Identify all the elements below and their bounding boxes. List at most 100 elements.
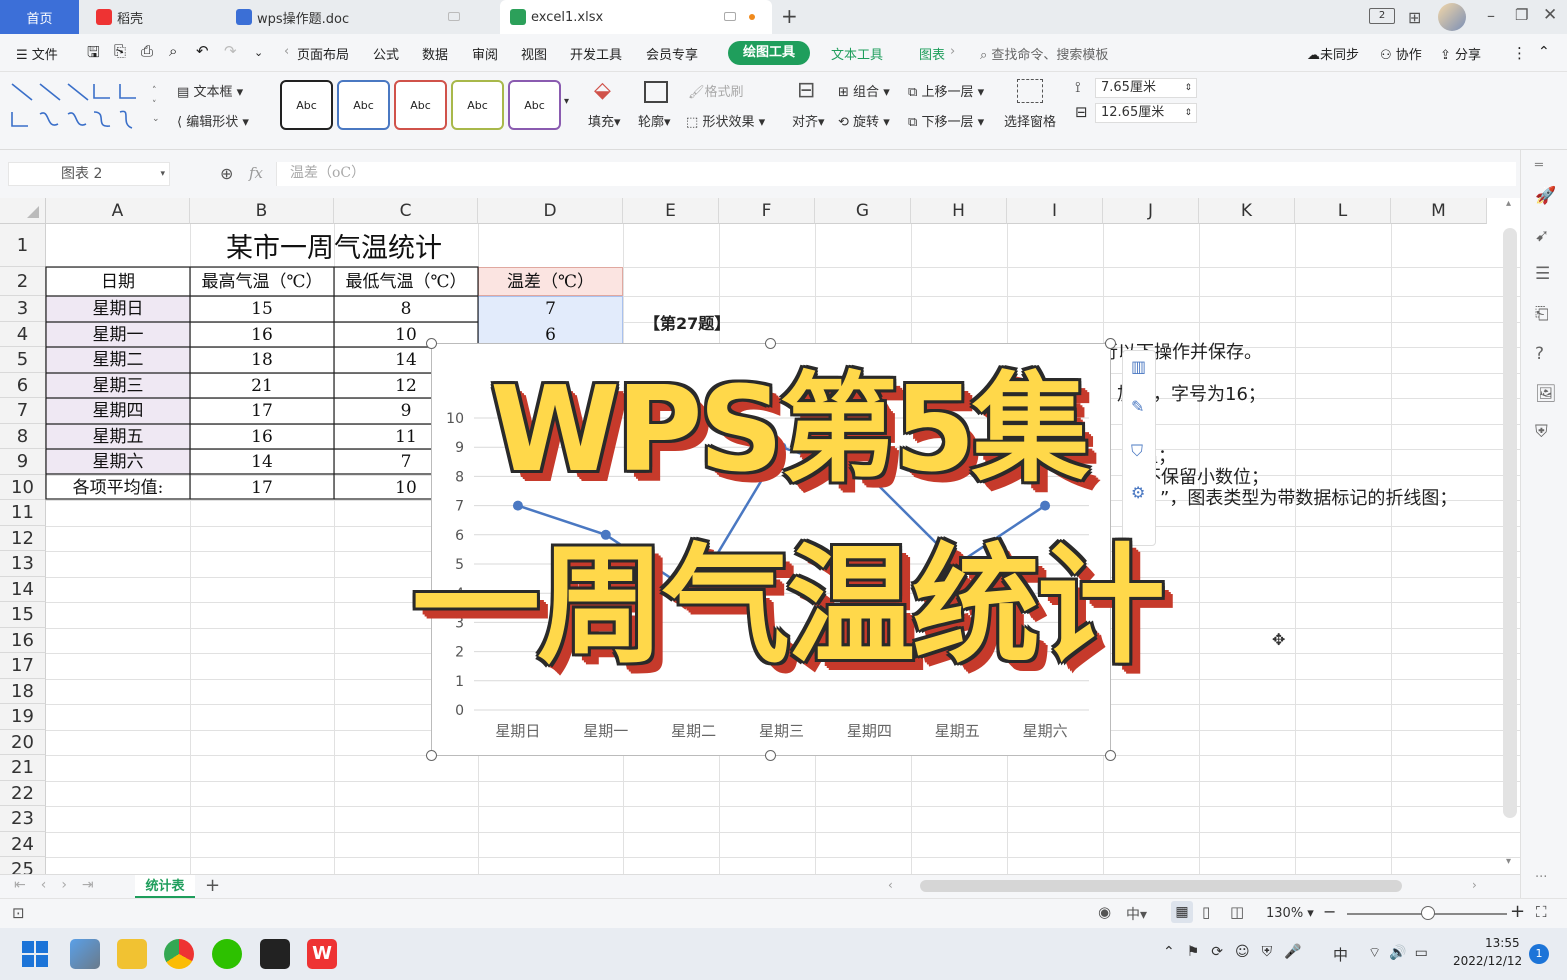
scroll-down-icon[interactable]: ▾ <box>1506 856 1511 867</box>
tab-monitor-icon[interactable] <box>448 12 460 21</box>
shield-icon[interactable]: ⛨ <box>1535 422 1548 442</box>
bring-forward-button[interactable]: ⧉ 上移一层 ▾ <box>908 81 984 100</box>
task-line-5[interactable]: ”，图表类型为带数据标记的折线图； <box>1160 484 1457 510</box>
chart-elements-icon[interactable]: ▥ <box>1131 357 1146 376</box>
clock-time[interactable]: 13:55 <box>1485 936 1520 950</box>
header-cell[interactable]: 最低气温（℃） <box>334 268 478 296</box>
format-brush-button[interactable]: 🖌格式刷 <box>688 81 744 100</box>
chart-settings-gear-icon[interactable]: ⚙ <box>1131 483 1145 502</box>
macro-record-icon[interactable]: ⊡ <box>12 904 25 922</box>
menu-review[interactable]: 审阅 <box>472 44 498 63</box>
horizontal-scrollbar[interactable] <box>920 880 1402 892</box>
scroll-up-icon[interactable]: ▴ <box>1506 198 1511 209</box>
panel-more-icon[interactable]: ··· <box>1535 870 1547 885</box>
notification-badge[interactable]: 1 <box>1529 944 1549 964</box>
close-icon[interactable]: ✕ <box>1543 5 1557 25</box>
menu-member[interactable]: 会员专享 <box>646 44 698 63</box>
network-volume-battery-icons[interactable]: ⌔🔊▭ <box>1368 944 1436 962</box>
more-icon[interactable]: ⋮ <box>1512 44 1527 62</box>
system-tray-icons[interactable]: ⌃⚑⟳☺⛨🎤 <box>1163 944 1314 960</box>
rotate-button[interactable]: ⟲ 旋转 ▾ <box>838 111 890 130</box>
new-tab-button[interactable]: + <box>781 4 798 28</box>
chart-filter-icon[interactable]: ⛉ <box>1131 441 1143 461</box>
resize-handle-ne[interactable] <box>1105 338 1116 349</box>
properties-icon[interactable]: ☰ <box>1535 264 1550 284</box>
data-cell[interactable]: 14 <box>190 450 334 475</box>
print-preview-icon[interactable]: ⌕ <box>169 42 177 60</box>
data-cell[interactable]: 星期六 <box>46 450 190 475</box>
file-menu[interactable]: ☰ 文件 <box>16 44 58 63</box>
data-cell[interactable]: 15 <box>190 297 334 322</box>
tab-text-tools[interactable]: 文本工具 <box>831 44 883 63</box>
height-spinner-icon[interactable]: ⇕ <box>1184 79 1192 97</box>
eye-protect-icon[interactable]: ◉ <box>1098 903 1111 921</box>
scroll-right-icon[interactable]: › <box>950 44 955 59</box>
tab-monitor-icon[interactable] <box>724 12 736 21</box>
image-icon[interactable]: 🖼 <box>1535 384 1557 404</box>
wps-icon[interactable]: W <box>307 939 337 969</box>
select-pane-button[interactable]: 选择窗格 <box>1004 111 1056 130</box>
input-method-icon[interactable]: 中▾ <box>1126 904 1147 924</box>
align-button[interactable]: 对齐▾ <box>792 111 825 130</box>
data-cell[interactable]: 星期日 <box>46 297 190 322</box>
shape-effect-button[interactable]: ⬚ 形状效果 ▾ <box>686 111 765 130</box>
data-cell[interactable]: 星期五 <box>46 425 190 450</box>
panel-collapse-icon[interactable]: ═ <box>1535 158 1543 173</box>
add-sheet-button[interactable]: + <box>205 875 220 896</box>
page-break-view-icon[interactable]: ◫ <box>1230 903 1244 921</box>
rocket-icon[interactable]: 🚀 <box>1535 186 1556 206</box>
vertical-scrollbar[interactable] <box>1503 228 1517 818</box>
sync-status[interactable]: ☁未同步 <box>1307 44 1359 63</box>
group-button[interactable]: ⊞ 组合 ▾ <box>838 81 890 100</box>
minimize-icon[interactable]: – <box>1487 6 1495 25</box>
menu-data[interactable]: 数据 <box>422 44 448 63</box>
clock-date[interactable]: 2022/12/12 <box>1453 954 1522 968</box>
style-preset-3[interactable]: Abc <box>394 80 447 130</box>
chrome-icon[interactable] <box>164 939 194 969</box>
outline-button[interactable]: 轮廓▾ <box>638 111 671 130</box>
resize-handle-s[interactable] <box>765 750 776 761</box>
avg-label-cell[interactable]: 各项平均值: <box>46 476 190 501</box>
height-input[interactable]: 7.65厘米 ⇕ <box>1095 78 1197 98</box>
print-icon[interactable]: ⎙ <box>141 42 153 60</box>
hscroll-left-icon[interactable]: ‹ <box>888 878 893 892</box>
width-spinner-icon[interactable]: ⇕ <box>1184 104 1192 122</box>
menu-page-layout[interactable]: 页面布局 <box>297 44 349 63</box>
zoom-slider-thumb[interactable] <box>1421 906 1435 920</box>
tab-chart-tools[interactable]: 图表 <box>919 44 945 63</box>
file-explorer-icon[interactable] <box>117 939 147 969</box>
avatar[interactable] <box>1438 3 1466 31</box>
zoom-level[interactable]: 130% ▾ <box>1266 906 1314 921</box>
fullscreen-icon[interactable]: ⛶ <box>1536 903 1547 921</box>
menu-developer[interactable]: 开发工具 <box>570 44 622 63</box>
hscroll-right-icon[interactable]: › <box>1472 878 1477 892</box>
data-cell[interactable]: 星期二 <box>46 348 190 373</box>
page-layout-view-icon[interactable]: ▯ <box>1202 903 1210 921</box>
zoom-formula-icon[interactable]: ⊕ <box>220 164 233 183</box>
menu-view[interactable]: 视图 <box>521 44 547 63</box>
resize-handle-nw[interactable] <box>426 338 437 349</box>
fill-button[interactable]: 填充▾ <box>588 111 621 130</box>
windows-start-icon[interactable] <box>22 941 48 967</box>
header-cell[interactable]: 最高气温（℃） <box>190 268 334 296</box>
header-cell[interactable]: 温差（℃） <box>478 268 623 296</box>
sheet-title[interactable]: 某市一周气温统计 <box>46 232 622 266</box>
style-preset-4[interactable]: Abc <box>451 80 504 130</box>
data-cell[interactable]: 16 <box>190 323 334 348</box>
style-preset-1[interactable]: Abc <box>280 80 333 130</box>
tab-xlsx[interactable]: excel1.xlsx <box>500 0 772 34</box>
wechat-icon[interactable] <box>212 939 242 969</box>
quick-access-dropdown-icon[interactable]: ⌄ <box>254 46 263 59</box>
data-cell[interactable]: 星期一 <box>46 323 190 348</box>
sheet-tab-active[interactable]: 统计表 <box>135 875 195 898</box>
data-cell[interactable]: 星期三 <box>46 374 190 399</box>
data-cell[interactable]: 8 <box>334 297 478 322</box>
search-box[interactable]: ⌕ 查找命令、搜索模板 <box>980 44 1108 63</box>
data-cell[interactable]: 18 <box>190 348 334 373</box>
send-backward-button[interactable]: ⧉ 下移一层 ▾ <box>908 111 984 130</box>
name-box[interactable]: 图表 2 ▾ <box>8 162 170 186</box>
tab-home[interactable]: 首页 <box>0 0 79 34</box>
restore-icon[interactable]: ❐ <box>1515 6 1528 24</box>
style-more-icon[interactable]: ▾ <box>564 96 569 107</box>
header-cell[interactable]: 日期 <box>46 268 190 296</box>
